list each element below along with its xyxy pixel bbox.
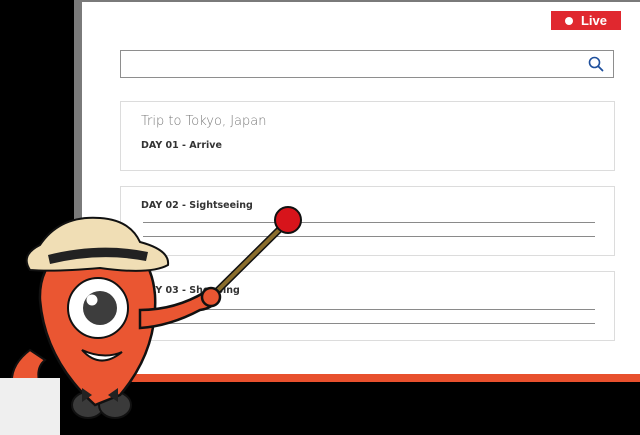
live-badge[interactable]: Live bbox=[551, 11, 621, 30]
live-dot-icon bbox=[564, 16, 573, 25]
day-label: DAY 01 - Arrive bbox=[141, 140, 222, 151]
search-icon[interactable] bbox=[588, 56, 604, 72]
live-label: Live bbox=[580, 13, 607, 28]
search-input[interactable] bbox=[120, 50, 614, 78]
itinerary-card-day-1[interactable]: Trip to Tokyo, Japan DAY 01 - Arrive bbox=[120, 101, 615, 171]
mascot-illustration bbox=[0, 206, 302, 435]
pointer-stick bbox=[206, 206, 302, 302]
trip-title: Trip to Tokyo, Japan bbox=[141, 114, 267, 129]
